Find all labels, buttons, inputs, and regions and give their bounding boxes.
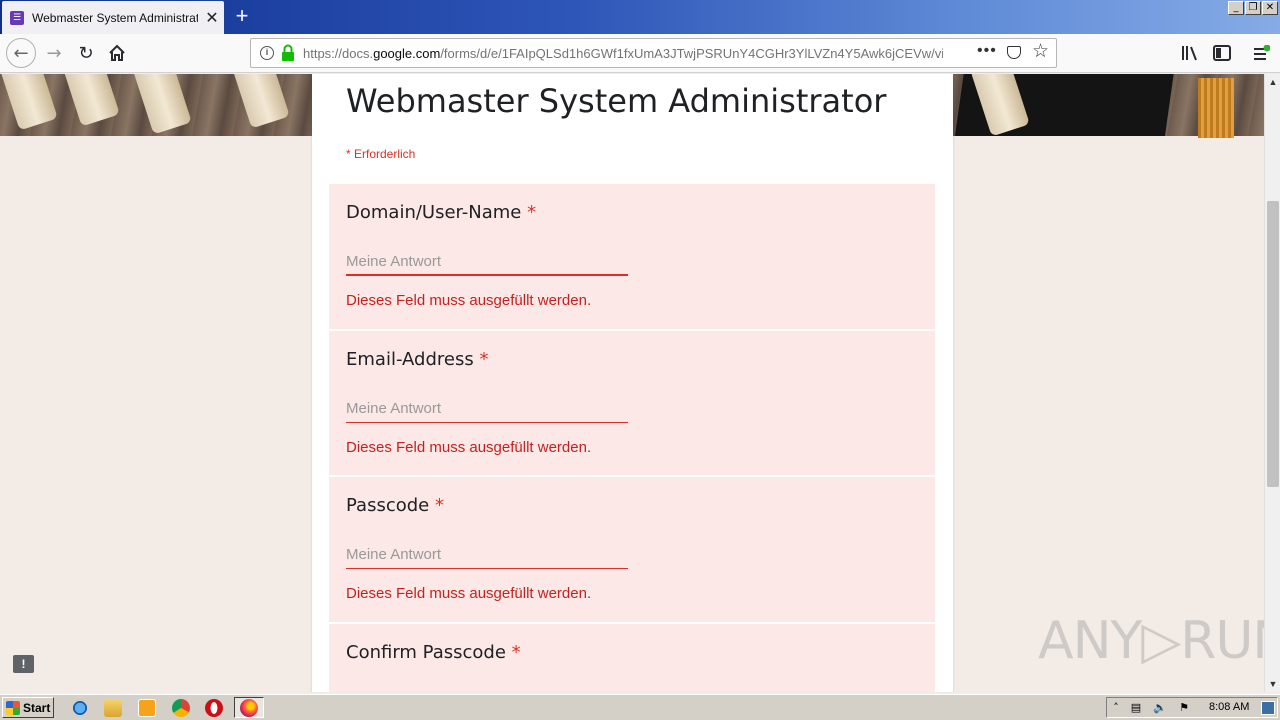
question-label: Passcode *	[346, 495, 444, 516]
home-icon[interactable]	[103, 39, 131, 67]
url-text[interactable]: https://docs.google.com/forms/d/e/1FAIpQ…	[303, 46, 943, 61]
taskbar-firefox-button[interactable]	[234, 697, 264, 718]
start-button[interactable]: Start	[2, 697, 54, 718]
network-icon[interactable]: ▤	[1129, 701, 1143, 715]
title-bar: ☰ Webmaster System Administrator ✕ + _ ❐…	[0, 0, 1280, 34]
diploma-scroll-image	[60, 74, 120, 127]
scroll-thumb[interactable]	[1267, 201, 1279, 487]
browser-tab[interactable]: ☰ Webmaster System Administrator ✕	[2, 1, 224, 34]
pocket-icon[interactable]	[1007, 46, 1021, 59]
opera-icon[interactable]	[205, 699, 223, 717]
scroll-down-icon[interactable]: ▼	[1265, 676, 1280, 692]
scroll-up-icon[interactable]: ▲	[1265, 74, 1280, 90]
error-message: Dieses Feld muss ausgefüllt werden.	[346, 292, 592, 309]
diploma-scroll-image	[132, 74, 192, 135]
tassel-image	[1198, 78, 1234, 138]
tab-close-icon[interactable]: ✕	[204, 8, 220, 28]
taskbar: Start ˄ ▤ 🔈 ⚑ 8:08 AM	[0, 694, 1280, 720]
close-window-button[interactable]: ✕	[1262, 1, 1278, 15]
error-message: Dieses Feld muss ausgefüllt werden.	[346, 439, 592, 456]
show-hidden-icons-icon[interactable]: ˄	[1109, 701, 1123, 715]
page-scrollbar[interactable]: ▲ ▼	[1264, 74, 1280, 692]
form-card: Webmaster System Administrator * Erforde…	[312, 74, 953, 692]
forms-favicon-icon: ☰	[10, 10, 24, 25]
action-center-flag-icon[interactable]: ⚑	[1177, 701, 1191, 715]
library-icon[interactable]	[1176, 39, 1204, 67]
question-confirm-passcode: Confirm Passcode *	[329, 624, 935, 692]
question-label: Email-Address *	[346, 349, 489, 370]
nav-toolbar: ← → ↻ i https://docs.google.com/forms/d/…	[0, 34, 1280, 73]
sidebar-icon[interactable]	[1208, 39, 1236, 67]
windows-logo-icon	[6, 700, 20, 715]
form-title: Webmaster System Administrator	[346, 82, 887, 120]
system-tray: ˄ ▤ 🔈 ⚑ 8:08 AM	[1106, 697, 1278, 718]
info-icon[interactable]: i	[260, 46, 274, 60]
chrome-icon[interactable]	[172, 699, 190, 717]
anyrun-watermark: ANY▷RUN	[1038, 611, 1266, 671]
new-tab-button[interactable]: +	[232, 4, 252, 28]
question-email-address: Email-Address * Dieses Feld muss ausgefü…	[329, 331, 935, 475]
internet-explorer-icon[interactable]	[71, 699, 89, 717]
question-label: Confirm Passcode *	[346, 642, 521, 663]
show-desktop-icon[interactable]	[1261, 701, 1275, 715]
passcode-input[interactable]	[346, 541, 628, 569]
media-player-icon[interactable]	[138, 699, 156, 717]
back-icon[interactable]: ←	[6, 38, 36, 68]
menu-icon[interactable]	[1247, 39, 1275, 67]
question-passcode: Passcode * Dieses Feld muss ausgefüllt w…	[329, 477, 935, 622]
question-label: Domain/User-Name *	[346, 202, 537, 223]
question-domain-username: Domain/User-Name * Dieses Feld muss ausg…	[329, 184, 935, 329]
star-icon[interactable]: ☆	[1032, 40, 1049, 62]
email-address-input[interactable]	[346, 395, 628, 423]
minimize-button[interactable]: _	[1228, 1, 1244, 15]
required-star: *	[479, 349, 489, 370]
page-content: Webmaster System Administrator * Erforde…	[0, 74, 1266, 692]
restore-button[interactable]: ❐	[1245, 1, 1261, 15]
start-label: Start	[23, 700, 51, 715]
forward-icon[interactable]: →	[40, 39, 68, 67]
feedback-icon[interactable]: !	[13, 655, 34, 673]
domain-username-input[interactable]	[346, 248, 628, 276]
diploma-scroll-image	[0, 74, 58, 131]
required-star: *	[511, 642, 521, 663]
clock[interactable]: 8:08 AM	[1209, 701, 1249, 713]
error-message: Dieses Feld muss ausgefüllt werden.	[346, 585, 592, 602]
required-note: * Erforderlich	[346, 147, 416, 161]
url-bar[interactable]: i https://docs.google.com/forms/d/e/1FAI…	[250, 38, 1057, 68]
required-star: *	[527, 202, 537, 223]
tab-title: Webmaster System Administrator	[32, 10, 198, 25]
volume-icon[interactable]: 🔈	[1153, 701, 1167, 715]
required-star: *	[434, 495, 444, 516]
lock-icon	[281, 44, 295, 62]
file-explorer-icon[interactable]	[104, 699, 122, 717]
firefox-icon	[240, 699, 258, 717]
reload-icon[interactable]: ↻	[72, 39, 100, 67]
diploma-scroll-image	[230, 74, 290, 129]
more-icon[interactable]: •••	[977, 42, 997, 60]
